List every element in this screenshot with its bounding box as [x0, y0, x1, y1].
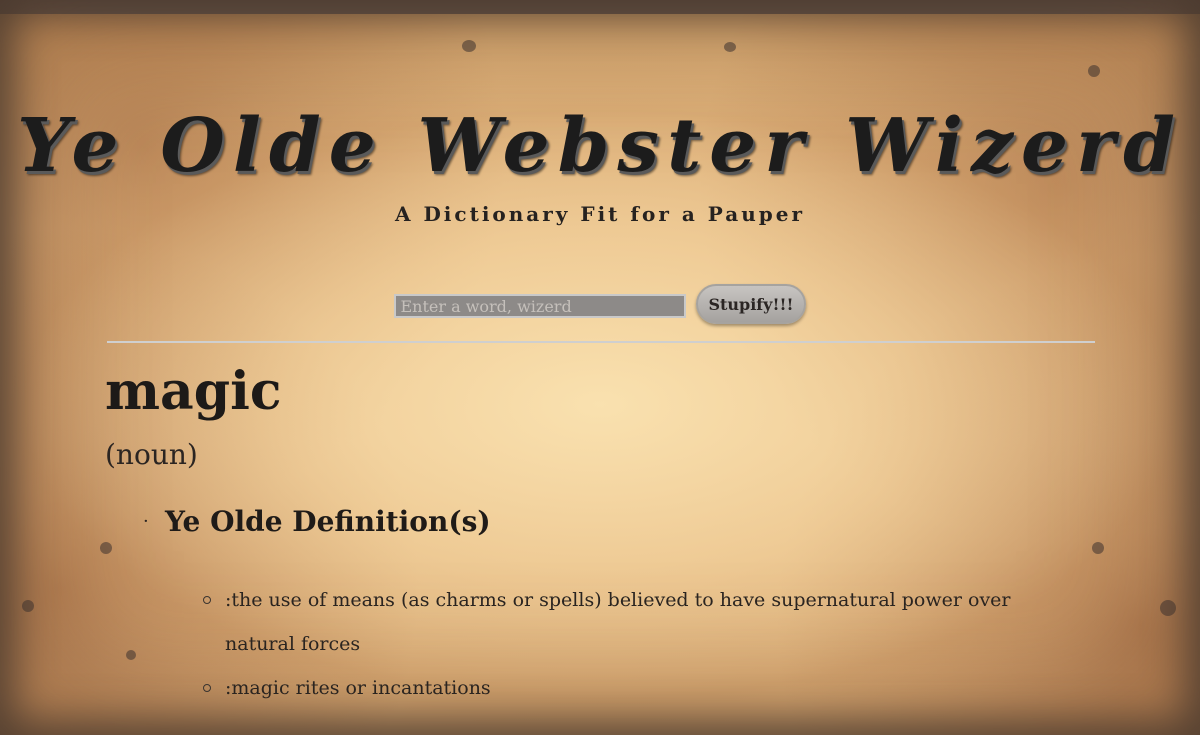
bullet-icon: ·: [143, 511, 149, 532]
definitions-list: :the use of means (as charms or spells) …: [105, 578, 1057, 710]
site-title: Ye Olde Webster Wizerd: [17, 103, 1183, 189]
ink-spot: [1160, 600, 1176, 616]
definition-text: :magic rites or incantations: [225, 677, 491, 699]
ink-spot: [462, 40, 476, 52]
definitions-heading-row: · Ye Olde Definition(s): [143, 505, 1095, 538]
definition-item: :magic rites or incantations: [201, 666, 1057, 710]
search-input[interactable]: [394, 294, 687, 318]
divider: [107, 341, 1095, 343]
site-subtitle: A Dictionary Fit for a Pauper: [394, 202, 805, 226]
ring-bullet-icon: [203, 596, 211, 604]
definition-item: :the use of means (as charms or spells) …: [201, 578, 1057, 666]
dictionary-entry: magic (noun) · Ye Olde Definition(s) :th…: [105, 360, 1095, 710]
ring-bullet-icon: [203, 684, 211, 692]
ink-spot: [22, 600, 34, 612]
entry-word: magic: [105, 361, 282, 422]
ink-spot: [724, 42, 736, 52]
definitions-heading: Ye Olde Definition(s): [165, 505, 491, 538]
search-form: Stupify!!!: [0, 284, 1200, 324]
stupify-button[interactable]: Stupify!!!: [696, 284, 806, 324]
site-header: Ye Olde Webster Wizerd A Dictionary Fit …: [0, 100, 1200, 226]
burnt-top-edge: [0, 0, 1200, 14]
part-of-speech: (noun): [105, 438, 198, 471]
ink-spot: [1088, 65, 1100, 77]
definition-text: :the use of means (as charms or spells) …: [225, 589, 1011, 655]
